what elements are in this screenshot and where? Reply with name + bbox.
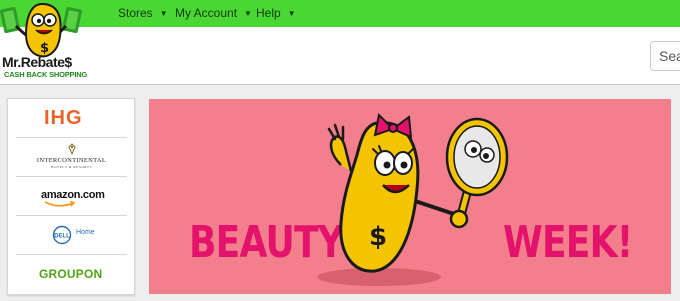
store-link-groupon[interactable]: GROUPON [16, 255, 127, 294]
search-placeholder: Search [659, 48, 680, 64]
intercontinental-crest-icon [68, 143, 76, 155]
header-band [0, 27, 680, 85]
amazon-smile-icon [44, 201, 76, 207]
chevron-down-icon: ▼ [287, 9, 296, 18]
intercontinental-logo: INTERCONTINENTAL [36, 157, 107, 164]
chevron-down-icon: ▼ [159, 9, 168, 18]
site-logo[interactable]: $ Mr.Rebate$ CASH BACK SHOPPING [0, 0, 90, 84]
dell-logo-icon: DELL [52, 225, 72, 245]
dell-brand-text: DELL [54, 234, 70, 240]
nav-help-menu[interactable]: Help ▼ [256, 6, 296, 20]
top-nav-bar: Stores ▼ My Account ▼ Help ▼ [0, 0, 680, 27]
ihg-logo: IHG [44, 107, 83, 129]
amazon-logo: amazon.com [41, 189, 105, 201]
mascot-with-mirror-illustration: $ [317, 112, 509, 286]
nav-help-label: Help [256, 6, 281, 20]
nav-my-account-menu[interactable]: My Account ▼ [175, 6, 252, 20]
store-link-ihg[interactable]: IHG [16, 99, 127, 138]
featured-stores-panel: IHG INTERCONTINENTAL HOTELS & RESORTS am… [7, 98, 135, 295]
dell-home-label: Home [76, 229, 95, 236]
store-link-amazon[interactable]: amazon.com [16, 177, 127, 216]
nav-stores-menu[interactable]: Stores ▼ [118, 6, 168, 20]
mascot-logo-icon: $ [0, 2, 82, 58]
chevron-down-icon: ▼ [244, 9, 252, 18]
search-input[interactable]: Search [650, 41, 680, 71]
store-link-dell[interactable]: DELL Home [16, 216, 127, 255]
nav-stores-label: Stores [118, 6, 153, 20]
logo-wordmark: Mr.Rebate$ [2, 54, 72, 70]
groupon-logo: GROUPON [39, 267, 103, 281]
store-link-intercontinental[interactable]: INTERCONTINENTAL HOTELS & RESORTS [16, 138, 127, 177]
svg-text:$: $ [369, 222, 387, 252]
beauty-week-banner[interactable]: BEAUTY WEEK! $ [149, 99, 671, 294]
nav-my-account-label: My Account [175, 6, 238, 20]
logo-tagline: CASH BACK SHOPPING [4, 70, 88, 79]
intercontinental-tagline: HOTELS & RESORTS [50, 165, 93, 169]
